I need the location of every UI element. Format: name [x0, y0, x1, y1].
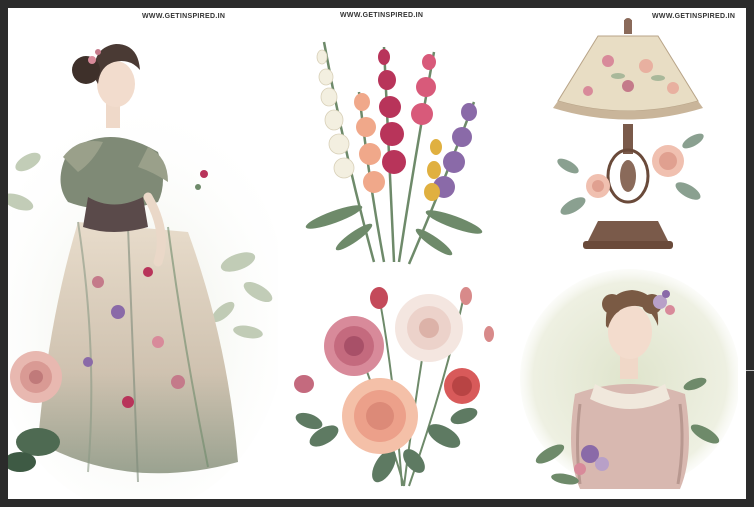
snapdragon-bouquet-icon: [305, 41, 483, 265]
snapdragon-bouquet-illustration: [284, 32, 500, 268]
peony-bouquet-illustration: [284, 276, 502, 494]
watermark-center: WWW.GETINSPIRED.IN: [340, 12, 424, 19]
lady-portrait-illustration: [520, 264, 738, 492]
peony-bouquet-icon: [294, 287, 494, 487]
floral-lamp-icon: [553, 18, 704, 249]
image-canvas: WWW.GETINSPIRED.IN WWW.GETINSPIRED.IN WW…: [8, 8, 746, 499]
watermark-left: WWW.GETINSPIRED.IN: [142, 13, 226, 20]
lady-portrait-icon: [520, 269, 738, 489]
frame-edge-line: [746, 370, 754, 371]
floral-lamp-illustration: [528, 16, 728, 256]
victorian-lady-icon: [8, 44, 278, 499]
victorian-lady-illustration: [8, 22, 278, 499]
